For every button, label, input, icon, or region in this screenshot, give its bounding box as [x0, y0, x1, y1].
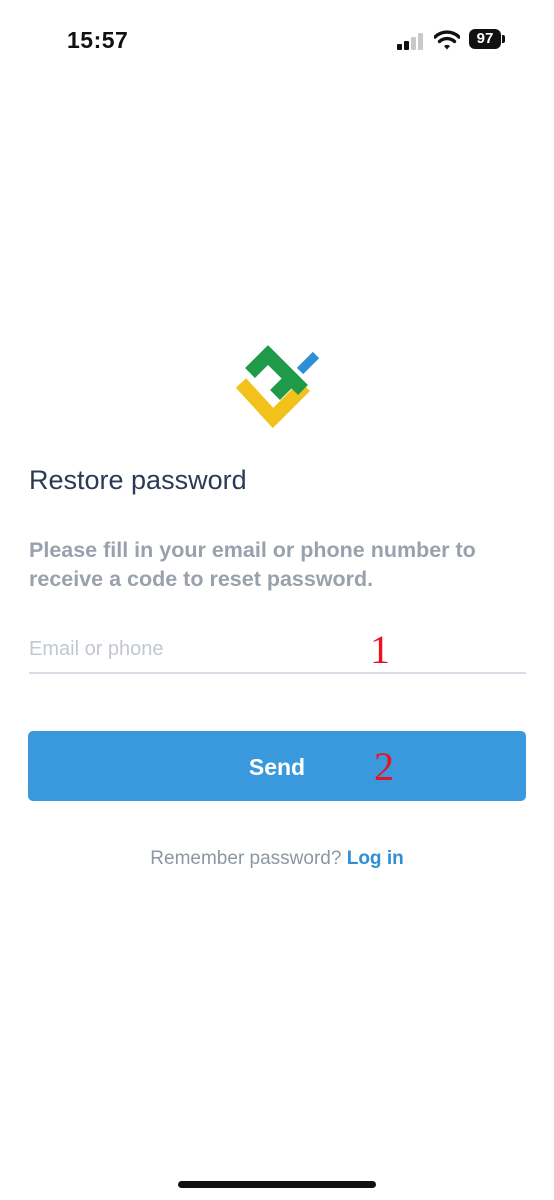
remember-password-row: Remember password? Log in — [0, 848, 554, 870]
remember-password-text: Remember password? — [150, 848, 347, 869]
annotation-2: 2 — [374, 744, 394, 789]
wifi-icon — [434, 30, 460, 50]
send-button[interactable]: Send — [28, 731, 526, 801]
annotation-1: 1 — [370, 627, 390, 672]
battery-icon: 97 — [469, 29, 505, 49]
status-bar: 15:57 97 — [0, 0, 554, 84]
email-phone-field — [29, 630, 526, 674]
app-logo — [235, 345, 320, 429]
status-time: 15:57 — [67, 27, 129, 53]
login-link[interactable]: Log in — [347, 848, 404, 869]
email-phone-input[interactable] — [29, 630, 526, 668]
instructions-text: Please fill in your email or phone numbe… — [29, 538, 476, 591]
home-indicator[interactable] — [178, 1181, 376, 1188]
page-title: Restore password — [29, 465, 247, 495]
battery-level: 97 — [469, 29, 501, 49]
signal-icon — [397, 32, 425, 50]
